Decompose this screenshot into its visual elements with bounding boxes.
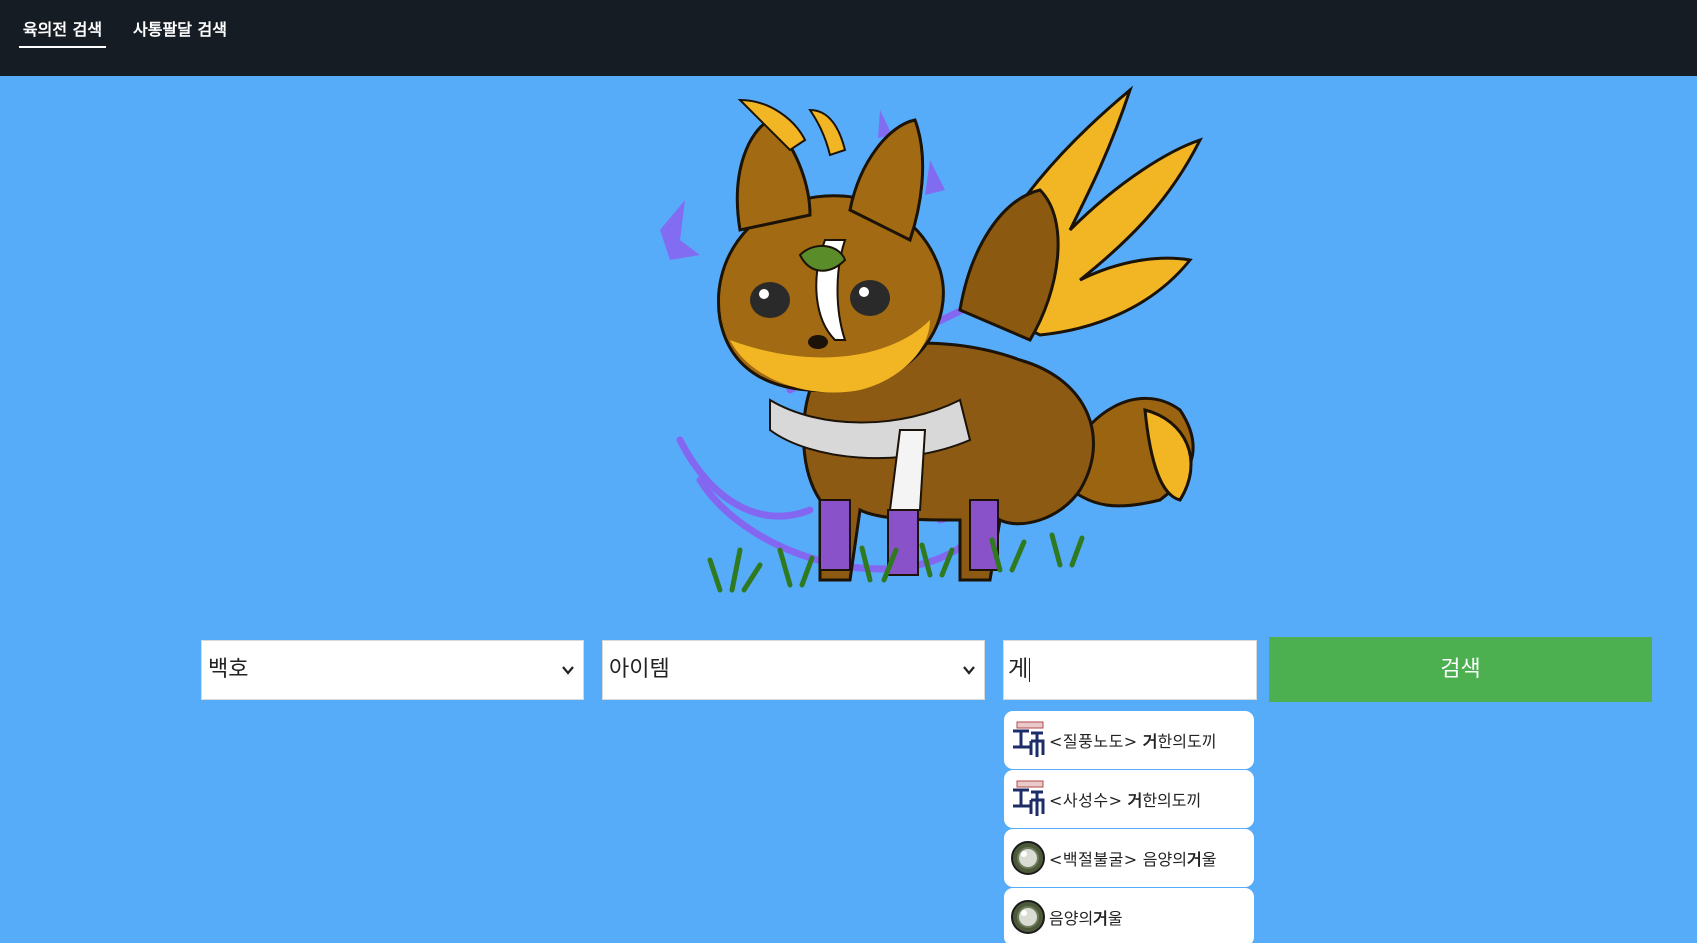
mirror-icon (1011, 841, 1045, 875)
suggestion-label: <사성수> 거한의도끼 (1049, 791, 1202, 810)
suggestion-item[interactable]: <질풍노도> 거한의도끼 (1004, 711, 1254, 769)
scroll-icon (1010, 780, 1046, 817)
search-button[interactable]: 검색 (1269, 637, 1652, 702)
tab-everywhere-search[interactable]: 사통팔달 검색 (130, 16, 230, 48)
tab-market-search[interactable]: 육의전 검색 (19, 16, 106, 48)
server-select[interactable]: 백호 (201, 640, 584, 700)
top-nav: 육의전 검색 사통팔달 검색 (0, 0, 1697, 76)
suggestion-item[interactable]: 음양의거울 (1004, 888, 1254, 943)
suggestion-item[interactable]: <사성수> 거한의도끼 (1004, 770, 1254, 828)
scroll-icon (1010, 721, 1046, 758)
mirror-icon (1011, 900, 1045, 934)
search-input[interactable]: 게 (1003, 640, 1257, 700)
suggestion-label: <질풍노도> 거한의도끼 (1049, 732, 1217, 751)
mascot-illustration (640, 80, 1220, 600)
text-caret (1029, 658, 1031, 682)
suggestion-label: <백절불굴> 음양의거울 (1049, 850, 1217, 869)
chevron-down-icon (562, 666, 574, 675)
suggestion-label: 음양의거울 (1049, 909, 1123, 928)
chevron-down-icon (963, 666, 975, 675)
search-input-value: 게 (1008, 657, 1029, 682)
server-select-value: 백호 (208, 657, 249, 682)
suggestion-item[interactable]: <백절불굴> 음양의거울 (1004, 829, 1254, 887)
category-select[interactable]: 아이템 (602, 640, 985, 700)
category-select-value: 아이템 (609, 657, 670, 682)
